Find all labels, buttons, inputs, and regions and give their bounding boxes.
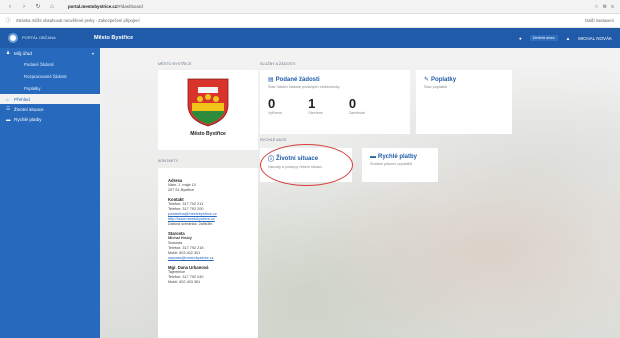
card-icon: ▬ (370, 154, 376, 160)
document-icon: ▤ (268, 77, 274, 83)
town-name: Město Bystřice (190, 131, 226, 137)
section-label-town: MĚSTO BYSTŘICE (158, 62, 192, 66)
counter-resolved[interactable]: 0 Vyřízené (268, 97, 282, 115)
data-box-line: Datová schránka: 2a9b3tn (168, 222, 213, 226)
list-icon: ☰ (6, 106, 11, 111)
browser-toolbar: ‹ › ↻ ⌂ portal.mestobystrice.cz/#/dashbo… (0, 0, 620, 14)
notification-icon[interactable]: ● (519, 36, 522, 41)
app-logo-icon[interactable] (8, 33, 18, 43)
sidebar-item-label: Rychlé platby (14, 116, 42, 122)
url-host: portal.mestobystrice.cz (68, 4, 118, 9)
sidebar-item-overview[interactable]: ⌂ Přehled (0, 94, 100, 104)
change-municipality-button[interactable]: Změnit obec (529, 34, 558, 42)
app-title: Město Bystřice (94, 35, 134, 41)
menu-icon[interactable]: ≡ (611, 4, 614, 10)
card-title: ▬ Rychlé platby (370, 154, 418, 160)
back-icon[interactable]: ‹ (6, 4, 14, 10)
sidebar-item-label: Životní situace (14, 106, 44, 112)
card-title: ▤ Podané žádosti (268, 76, 320, 84)
town-crest-card: Město Bystřice (158, 70, 258, 150)
sidebar-item-label: Rozpracované žádosti (24, 73, 67, 79)
user-icon: ▲ (565, 35, 571, 41)
card-icon: ▬ (6, 116, 11, 122)
fees-card[interactable]: ✎ Poplatky Stav poplatků (416, 70, 512, 134)
home-icon: ⌂ (6, 96, 9, 102)
sidebar-item-my-office[interactable]: ♟ Můj úřad ▾ (0, 48, 100, 58)
section-label-contact: KONTAKTY (158, 159, 179, 163)
counter-value: 0 (348, 96, 357, 111)
card-subtitle: Stav poplatků (424, 85, 448, 89)
info-settings-link[interactable]: Další nastavení (585, 18, 614, 23)
quick-payments-card[interactable]: ▬ Rychlé platby Snadné placení poplatků (362, 148, 438, 182)
mayor-email-link[interactable]: starosta@mestobystrice.cz (168, 256, 248, 261)
star-icon[interactable]: ☆ (594, 4, 598, 10)
forward-icon[interactable]: › (20, 4, 28, 10)
clerk-line: Mobil: 602 403 361 (168, 280, 201, 284)
user-icon: ♟ (6, 50, 11, 55)
app-logo-text[interactable]: PORTÁL OBČANA (22, 35, 76, 41)
sidebar-item-quick-payments[interactable]: ▬ Rychlé platby (0, 114, 100, 124)
counter-open[interactable]: 1 Otevřené (308, 97, 323, 115)
url-path: /#/dashboard (117, 4, 143, 9)
sidebar-item-label: Můj úřad (14, 50, 32, 56)
sidebar-item-label: Podané žádosti (24, 61, 54, 67)
sidebar-item-label: Přehled (14, 96, 30, 102)
address-bar[interactable]: portal.mestobystrice.cz/#/dashboard (68, 4, 143, 9)
user-menu[interactable]: MICHAL NOVÁK (578, 36, 612, 41)
home-icon[interactable]: ⌂ (48, 4, 56, 10)
card-subtitle: Snadné placení poplatků (370, 162, 412, 166)
wrench-icon: ✎ (424, 77, 430, 83)
counter-value: 1 (308, 96, 316, 111)
section-label-quick-actions: RYCHLÉ AKCE (260, 138, 287, 142)
address-line: 257 51 Bystřice (168, 188, 195, 192)
info-text: Stránka může obsahovat neověřené prvky -… (16, 18, 140, 23)
section-label-services: SLUŽBY A ŽÁDOSTI (260, 62, 296, 66)
reload-icon[interactable]: ↻ (34, 3, 42, 10)
info-icon: ⓘ (6, 18, 12, 24)
card-title: ✎ Poplatky (424, 76, 457, 84)
card-subtitle: Stav Vašich žádostí podaných elektronick… (268, 85, 340, 89)
request-counters: 0 Vyřízené 1 Otevřené 0 Zamítnuté (268, 97, 402, 115)
browser-info-bar: ⓘ Stránka může obsahovat neověřené prvky… (0, 14, 620, 28)
counter-label: Zamítnuté (348, 111, 366, 115)
contact-card: Adresa Nám. 1. máje 10 257 51 Bystřice K… (158, 168, 258, 338)
sidebar-item-fees[interactable]: Poplatky (0, 82, 100, 94)
sidebar-item-life-situations[interactable]: ☰ Životní situace (0, 104, 100, 114)
sidebar-item-draft-requests[interactable]: Rozpracované žádosti (0, 70, 100, 82)
header-actions: ● Změnit obec ▲ MICHAL NOVÁK (519, 34, 612, 42)
sidebar-item-submitted-requests[interactable]: Podané žádosti (0, 58, 100, 70)
sidebar: ♟ Můj úřad ▾ Podané žádosti Rozpracované… (0, 48, 100, 338)
annotation-circle (260, 144, 353, 186)
settings-icon[interactable]: ⚙ (603, 4, 607, 10)
coat-of-arms-icon (187, 78, 229, 127)
submitted-requests-card[interactable]: ▤ Podané žádosti Stav Vašich žádostí pod… (260, 70, 410, 134)
browser-extension-icons: ☆ ⚙ ≡ (594, 4, 614, 10)
counter-value: 0 (268, 96, 276, 111)
counter-rejected[interactable]: 0 Zamítnuté (349, 97, 365, 115)
counter-label: Vyřízené (268, 111, 283, 115)
chevron-down-icon: ▾ (91, 50, 94, 56)
counter-label: Otevřené (308, 111, 323, 115)
app-header: PORTÁL OBČANA Město Bystřice ● Změnit ob… (0, 28, 620, 48)
sidebar-item-label: Poplatky (24, 85, 41, 91)
main-content: MĚSTO BYSTŘICE SLUŽBY A ŽÁDOSTI Město By… (100, 48, 620, 338)
